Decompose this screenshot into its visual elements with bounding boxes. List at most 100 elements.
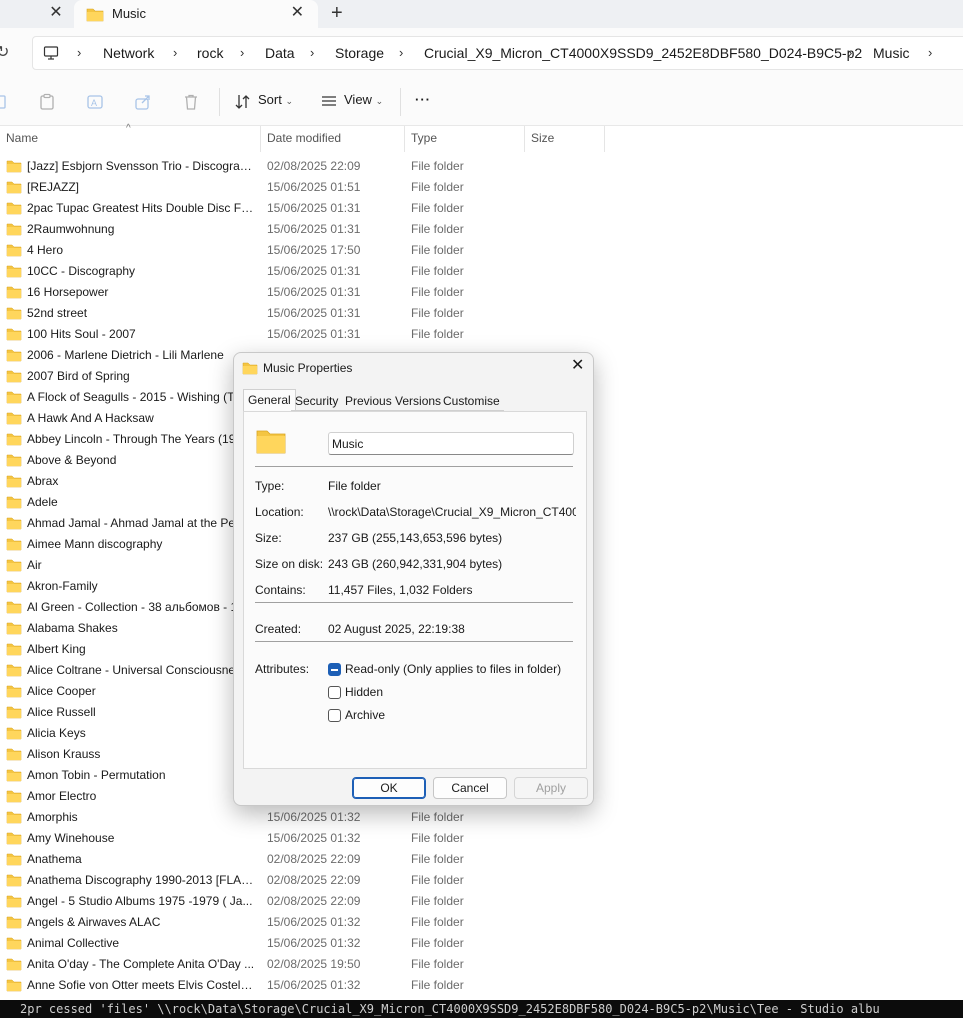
- tab-customise[interactable]: Customise: [439, 391, 504, 411]
- archive-label[interactable]: Archive: [345, 708, 385, 722]
- folder-icon: [6, 727, 22, 740]
- list-item[interactable]: 4 Hero 15/06/2025 17:50 File folder: [0, 240, 963, 261]
- chevron-right-icon[interactable]: ›: [77, 45, 81, 60]
- list-item[interactable]: 52nd street 15/06/2025 01:31 File folder: [0, 303, 963, 324]
- column-divider[interactable]: [260, 126, 261, 152]
- file-date-modified: 15/06/2025 01:31: [267, 201, 361, 215]
- list-item[interactable]: Angels & Airwaves ALAC 15/06/2025 01:32 Fi…: [0, 912, 963, 933]
- column-date-modified[interactable]: Date modified: [267, 131, 341, 145]
- chevron-right-icon[interactable]: ›: [848, 45, 852, 60]
- readonly-label[interactable]: Read-only (Only applies to files in fold…: [345, 662, 561, 676]
- list-item[interactable]: 16 Horsepower 15/06/2025 01:31 File folder: [0, 282, 963, 303]
- file-name: A Hawk And A Hacksaw: [27, 411, 154, 425]
- properties-dialog: Music Properties ✕ General Security Prev…: [233, 352, 594, 806]
- breadcrumb-rock[interactable]: rock: [197, 45, 223, 61]
- list-item[interactable]: Anathema 02/08/2025 22:09 File folder: [0, 849, 963, 870]
- tab-security[interactable]: Security: [291, 391, 343, 411]
- folder-icon: [6, 181, 22, 194]
- address-bar[interactable]: › Network › rock › Data › Storage › Cruc…: [32, 36, 963, 70]
- divider: [255, 466, 573, 467]
- folder-icon: [6, 454, 22, 467]
- list-item[interactable]: 10CC - Discography 15/06/2025 01:31 File f…: [0, 261, 963, 282]
- size-label: Size:: [255, 531, 282, 545]
- file-name: Ahmad Jamal - Ahmad Jamal at the Per: [27, 516, 240, 530]
- cut-icon[interactable]: [0, 93, 10, 111]
- list-item[interactable]: Animal Collective 15/06/2025 01:32 File fo…: [0, 933, 963, 954]
- column-size[interactable]: Size: [531, 131, 554, 145]
- folder-icon: [6, 517, 22, 530]
- folder-icon: [6, 559, 22, 572]
- tab-music[interactable]: Music ✕: [74, 0, 318, 28]
- folder-name-input[interactable]: [328, 432, 574, 455]
- hidden-checkbox[interactable]: [328, 686, 341, 699]
- inactive-tab-close-icon[interactable]: ✕: [48, 5, 64, 21]
- close-icon[interactable]: ✕: [571, 358, 584, 374]
- chevron-right-icon[interactable]: ›: [310, 45, 314, 60]
- list-item[interactable]: 2Raumwohnung 15/06/2025 01:31 File folder: [0, 219, 963, 240]
- file-type: File folder: [411, 201, 464, 215]
- location-label: Location:: [255, 505, 304, 519]
- tab-close-icon[interactable]: ✕: [291, 5, 304, 21]
- share-icon[interactable]: [134, 93, 152, 111]
- chevron-right-icon[interactable]: ›: [399, 45, 403, 60]
- ok-button[interactable]: OK: [352, 777, 426, 799]
- new-tab-button[interactable]: +: [331, 3, 343, 23]
- file-date-modified: 15/06/2025 01:31: [267, 327, 361, 341]
- file-name: Anathema: [27, 852, 82, 866]
- chevron-right-icon[interactable]: ›: [173, 45, 177, 60]
- chevron-right-icon[interactable]: ›: [928, 45, 932, 60]
- refresh-icon[interactable]: ↻: [0, 42, 9, 62]
- folder-icon: [6, 307, 22, 320]
- column-divider[interactable]: [404, 126, 405, 152]
- file-type: File folder: [411, 873, 464, 887]
- readonly-checkbox[interactable]: [328, 663, 341, 676]
- breadcrumb-data[interactable]: Data: [265, 45, 295, 61]
- file-name: 52nd street: [27, 306, 88, 320]
- sort-button[interactable]: Sort ⌄: [258, 92, 293, 107]
- column-name[interactable]: Name: [6, 131, 38, 145]
- apply-button[interactable]: Apply: [514, 777, 588, 799]
- more-options-button[interactable]: ···: [415, 92, 431, 107]
- terminal-text: 2pr cessed 'files' \\rock\Data\Storage\C…: [20, 1002, 880, 1016]
- view-button[interactable]: View ⌄: [344, 92, 383, 107]
- sort-label: Sort: [258, 92, 282, 107]
- file-name: Alison Krauss: [27, 747, 101, 761]
- delete-icon[interactable]: [182, 93, 200, 111]
- file-type: File folder: [411, 159, 464, 173]
- file-type: File folder: [411, 936, 464, 950]
- tab-previous-versions[interactable]: Previous Versions: [341, 391, 446, 411]
- rename-icon[interactable]: A: [86, 93, 104, 111]
- folder-icon: [6, 853, 22, 866]
- tab-label: Music: [112, 6, 146, 21]
- list-item[interactable]: 2pac Tupac Greatest Hits Double Disc FL.…: [0, 198, 963, 219]
- list-item[interactable]: Anne Sofie von Otter meets Elvis Costell…: [0, 975, 963, 996]
- toolbar-divider: [219, 88, 220, 116]
- column-type[interactable]: Type: [411, 131, 437, 145]
- paste-icon[interactable]: [38, 93, 56, 111]
- breadcrumb-storage[interactable]: Storage: [335, 45, 384, 61]
- file-type: File folder: [411, 957, 464, 971]
- column-divider[interactable]: [524, 126, 525, 152]
- column-divider[interactable]: [604, 126, 605, 152]
- folder-icon: [6, 811, 22, 824]
- list-item[interactable]: Angel - 5 Studio Albums 1975 -1979 ( Ja.…: [0, 891, 963, 912]
- archive-checkbox[interactable]: [328, 709, 341, 722]
- breadcrumb-drive[interactable]: Crucial_X9_Micron_CT4000X9SSD9_2452E8DBF…: [424, 45, 862, 61]
- list-item[interactable]: [REJAZZ] 15/06/2025 01:51 File folder: [0, 177, 963, 198]
- chevron-right-icon[interactable]: ›: [240, 45, 244, 60]
- hidden-label[interactable]: Hidden: [345, 685, 383, 699]
- list-item[interactable]: [Jazz] Esbjorn Svensson Trio - Discograp…: [0, 156, 963, 177]
- file-name: 2Raumwohnung: [27, 222, 115, 236]
- list-item[interactable]: Amy Winehouse 15/06/2025 01:32 File folder: [0, 828, 963, 849]
- list-item[interactable]: Anathema Discography 1990-2013 [FLAC... 0…: [0, 870, 963, 891]
- file-type: File folder: [411, 264, 464, 278]
- list-item[interactable]: Anita O'day - The Complete Anita O'Day .…: [0, 954, 963, 975]
- tab-general[interactable]: General: [243, 389, 296, 411]
- breadcrumb-network[interactable]: Network: [103, 45, 154, 61]
- folder-icon: [6, 160, 22, 173]
- file-name: Anita O'day - The Complete Anita O'Day .…: [27, 957, 255, 971]
- cancel-button[interactable]: Cancel: [433, 777, 507, 799]
- list-item[interactable]: 100 Hits Soul - 2007 15/06/2025 01:31 File…: [0, 324, 963, 345]
- list-item[interactable]: Amorphis 15/06/2025 01:32 File folder: [0, 807, 963, 828]
- breadcrumb-music[interactable]: Music: [873, 45, 910, 61]
